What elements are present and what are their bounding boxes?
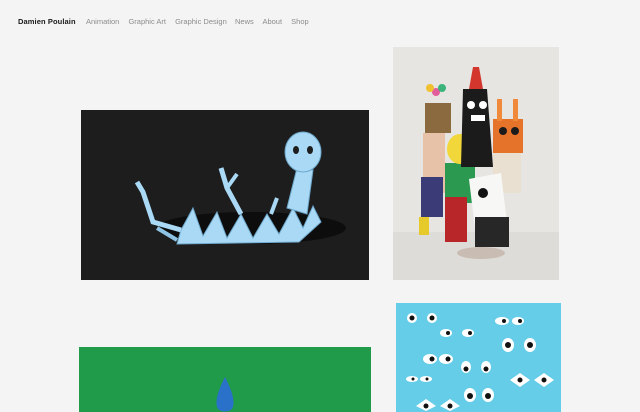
project-tile-paper-worm[interactable] [81,110,369,280]
paper-worm-artwork [134,131,346,245]
nav-graphic-art[interactable]: Graphic Art [128,17,166,26]
nav-pages: News About Shop [235,17,316,26]
site-header: Damien Poulain Animation Graphic Art Gra… [0,0,640,44]
eyes-pattern-artwork [406,313,554,411]
blue-flame-artwork [216,377,234,412]
project-tile-masks-photo[interactable] [393,47,559,280]
nav-animation[interactable]: Animation [86,17,119,26]
costumed-group-photo [393,67,559,280]
nav-news[interactable]: News [235,17,254,26]
nav-shop[interactable]: Shop [291,17,309,26]
project-tile-blue-flame[interactable] [79,347,371,412]
nav-categories: Animation Graphic Art Graphic Design [86,17,234,26]
nav-about[interactable]: About [262,17,282,26]
nav-graphic-design[interactable]: Graphic Design [175,17,227,26]
project-tile-eyes-pattern[interactable] [396,303,561,412]
brand-link[interactable]: Damien Poulain [18,17,76,26]
